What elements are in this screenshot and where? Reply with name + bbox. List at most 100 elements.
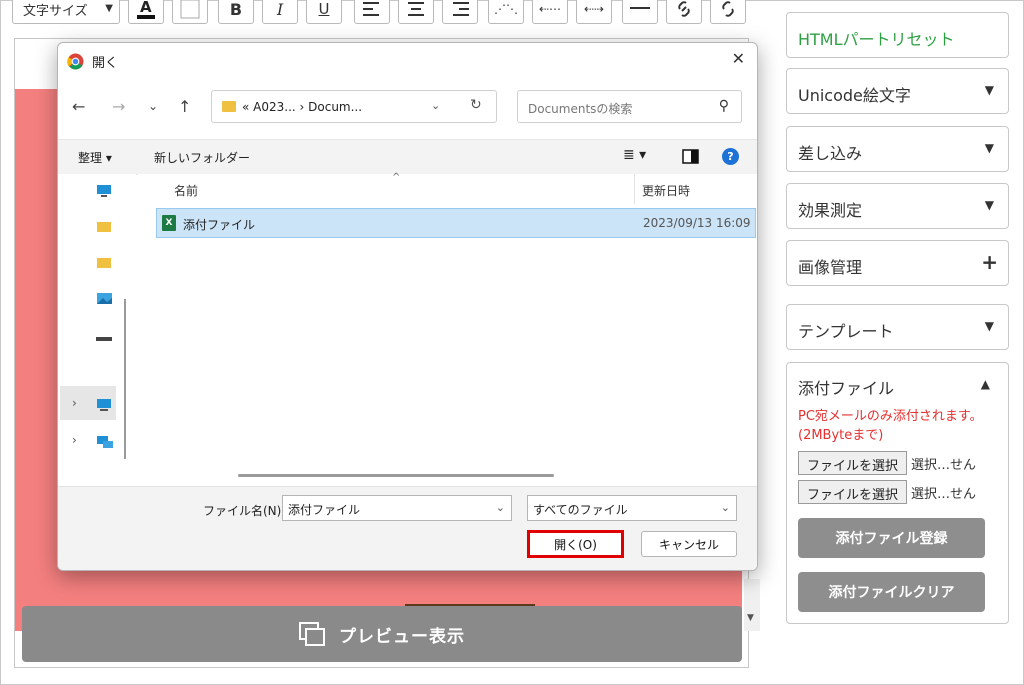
clear-attachment-button[interactable]: 添付ファイルクリア	[798, 572, 985, 612]
image-management-panel[interactable]: 画像管理 +	[786, 240, 1009, 286]
preview-pane-icon[interactable]	[682, 149, 699, 164]
file-name-input[interactable]: 添付ファイル ⌄	[282, 495, 512, 521]
up-arrow-icon[interactable]: ↑	[178, 97, 191, 116]
back-arrow-icon[interactable]: ←	[72, 97, 85, 116]
address-path: « A023... › Docum...	[242, 100, 363, 114]
chevron-down-icon: ▼	[105, 3, 113, 14]
file-list: ^ 名前 更新日時 X 添付ファイル 2023/09/13 16:09	[138, 172, 757, 486]
underline-button[interactable]: U	[306, 0, 342, 24]
effect-measurement-panel[interactable]: 効果測定 ▼	[786, 183, 1009, 229]
file-picker-2: ファイルを選択 選択…せん	[798, 480, 976, 504]
refresh-icon[interactable]: ↻	[470, 97, 482, 113]
search-box[interactable]: Documentsの検索 ⚲	[517, 90, 742, 123]
align-center-button[interactable]	[398, 0, 434, 24]
organize-menu[interactable]: 整理 ▾	[78, 149, 112, 166]
html-part-reset-button[interactable]: HTMLパートリセット	[786, 12, 1009, 58]
column-divider[interactable]	[634, 174, 635, 204]
file-date: 2023/09/13 16:09	[643, 216, 751, 230]
address-bar[interactable]: « A023... › Docum... ⌄ ↻	[211, 90, 497, 123]
attachment-title[interactable]: 添付ファイル	[798, 375, 894, 399]
horizontal-scrollbar[interactable]	[238, 474, 554, 477]
dialog-command-bar: 整理 ▾ 新しいフォルダー ≣ ▾ ?	[58, 139, 757, 175]
search-placeholder: Documentsの検索	[528, 102, 633, 116]
search-icon: ⚲	[718, 98, 729, 114]
chevron-down-icon[interactable]: ⌄	[431, 99, 440, 112]
scroll-down-icon[interactable]: ▼	[747, 613, 754, 623]
register-attachment-button[interactable]: 添付ファイル登録	[798, 518, 985, 558]
file-row[interactable]: X 添付ファイル 2023/09/13 16:09	[156, 208, 756, 238]
unlink-button[interactable]	[710, 0, 746, 24]
italic-button[interactable]: I	[262, 0, 298, 24]
chevron-right-icon[interactable]: ›	[72, 396, 77, 410]
background-color-button[interactable]	[172, 0, 208, 24]
spacing-icon: ⋰⋱	[494, 2, 518, 16]
file-name: 添付ファイル	[183, 218, 256, 232]
folder-icon[interactable]	[96, 256, 112, 273]
navigation-scrollbar[interactable]	[124, 299, 126, 459]
choose-file-button[interactable]: ファイルを選択	[798, 480, 908, 504]
unlink-icon	[722, 1, 734, 17]
spacing-button[interactable]: ⋰⋱	[488, 0, 524, 24]
view-list-icon[interactable]: ≣ ▾	[623, 147, 646, 163]
align-right-icon	[453, 2, 469, 16]
drive-icon[interactable]	[96, 331, 112, 346]
insert-label: 差し込み	[798, 144, 863, 163]
picture-icon[interactable]	[96, 292, 113, 309]
html-part-reset-label: HTMLパートリセット	[798, 30, 955, 49]
pc-icon[interactable]	[96, 398, 112, 416]
align-right-button[interactable]	[442, 0, 478, 24]
column-header-date[interactable]: 更新日時	[642, 182, 690, 199]
letter-spacing-button[interactable]: ⇠⇢	[576, 0, 612, 24]
cancel-button[interactable]: キャンセル	[641, 531, 737, 557]
indent-decrease-button[interactable]: ⇠⋯	[532, 0, 568, 24]
choose-file-button[interactable]: ファイルを選択	[798, 451, 908, 475]
close-icon[interactable]: ✕	[732, 49, 745, 68]
preview-button[interactable]: プレビュー表示	[22, 606, 742, 662]
chevron-right-icon[interactable]: ›	[72, 433, 77, 447]
file-status: 選択…せん	[911, 457, 977, 473]
chevron-down-icon: ▼	[984, 319, 994, 333]
chevron-down-icon[interactable]: ⌄	[496, 501, 505, 514]
file-type-select[interactable]: すべてのファイル ⌄	[527, 495, 737, 521]
monitor-icon[interactable]	[96, 184, 112, 202]
unicode-emoji-label: Unicode絵文字	[798, 86, 911, 105]
attachment-note: PC宛メールのみ添付されます。(2MByteまで)	[798, 409, 983, 443]
bold-label: B	[229, 0, 243, 19]
network-icon[interactable]	[96, 435, 114, 453]
folder-icon	[222, 101, 236, 112]
arrow-left-dots-icon: ⇠⋯	[538, 2, 562, 16]
file-name-value: 添付ファイル	[288, 503, 361, 517]
open-button[interactable]: 開く(O)	[527, 530, 624, 558]
horizontal-rule-icon	[630, 7, 650, 9]
chevron-up-icon[interactable]: ▲	[981, 377, 990, 391]
chevron-down-icon: ▼	[984, 83, 994, 97]
dialog-titlebar: 開く	[67, 52, 118, 71]
link-button[interactable]	[666, 0, 702, 24]
template-label: テンプレート	[798, 322, 894, 341]
navigation-pane: › ›	[58, 174, 136, 486]
italic-label: I	[276, 0, 284, 19]
unicode-emoji-panel[interactable]: Unicode絵文字 ▼	[786, 68, 1009, 114]
chrome-icon	[67, 53, 84, 70]
editor-scrollbar[interactable]: ▼	[744, 579, 760, 631]
chevron-down-icon: ⌄	[720, 501, 730, 514]
chevron-down-icon: ▼	[984, 198, 994, 212]
align-center-icon	[408, 2, 424, 16]
folder-icon[interactable]	[96, 220, 112, 237]
help-icon[interactable]: ?	[722, 148, 739, 165]
horizontal-rule-button[interactable]	[622, 0, 658, 24]
chevron-down-icon[interactable]: ⌄	[148, 99, 158, 113]
align-left-icon	[363, 2, 379, 16]
file-name-label: ファイル名(N):	[203, 504, 286, 518]
new-folder-button[interactable]: 新しいフォルダー	[154, 149, 250, 166]
bold-button[interactable]: B	[218, 0, 254, 24]
forward-arrow-icon[interactable]: →	[112, 97, 125, 116]
font-color-button[interactable]: A	[128, 0, 164, 24]
insert-panel[interactable]: 差し込み ▼	[786, 126, 1009, 172]
font-size-select[interactable]: 文字サイズ ▼	[12, 0, 120, 24]
image-management-label: 画像管理	[798, 258, 863, 277]
align-left-button[interactable]	[354, 0, 390, 24]
template-panel[interactable]: テンプレート ▼	[786, 304, 1009, 350]
column-header-name[interactable]: 名前	[174, 182, 198, 199]
font-color-icon: A	[137, 0, 155, 19]
